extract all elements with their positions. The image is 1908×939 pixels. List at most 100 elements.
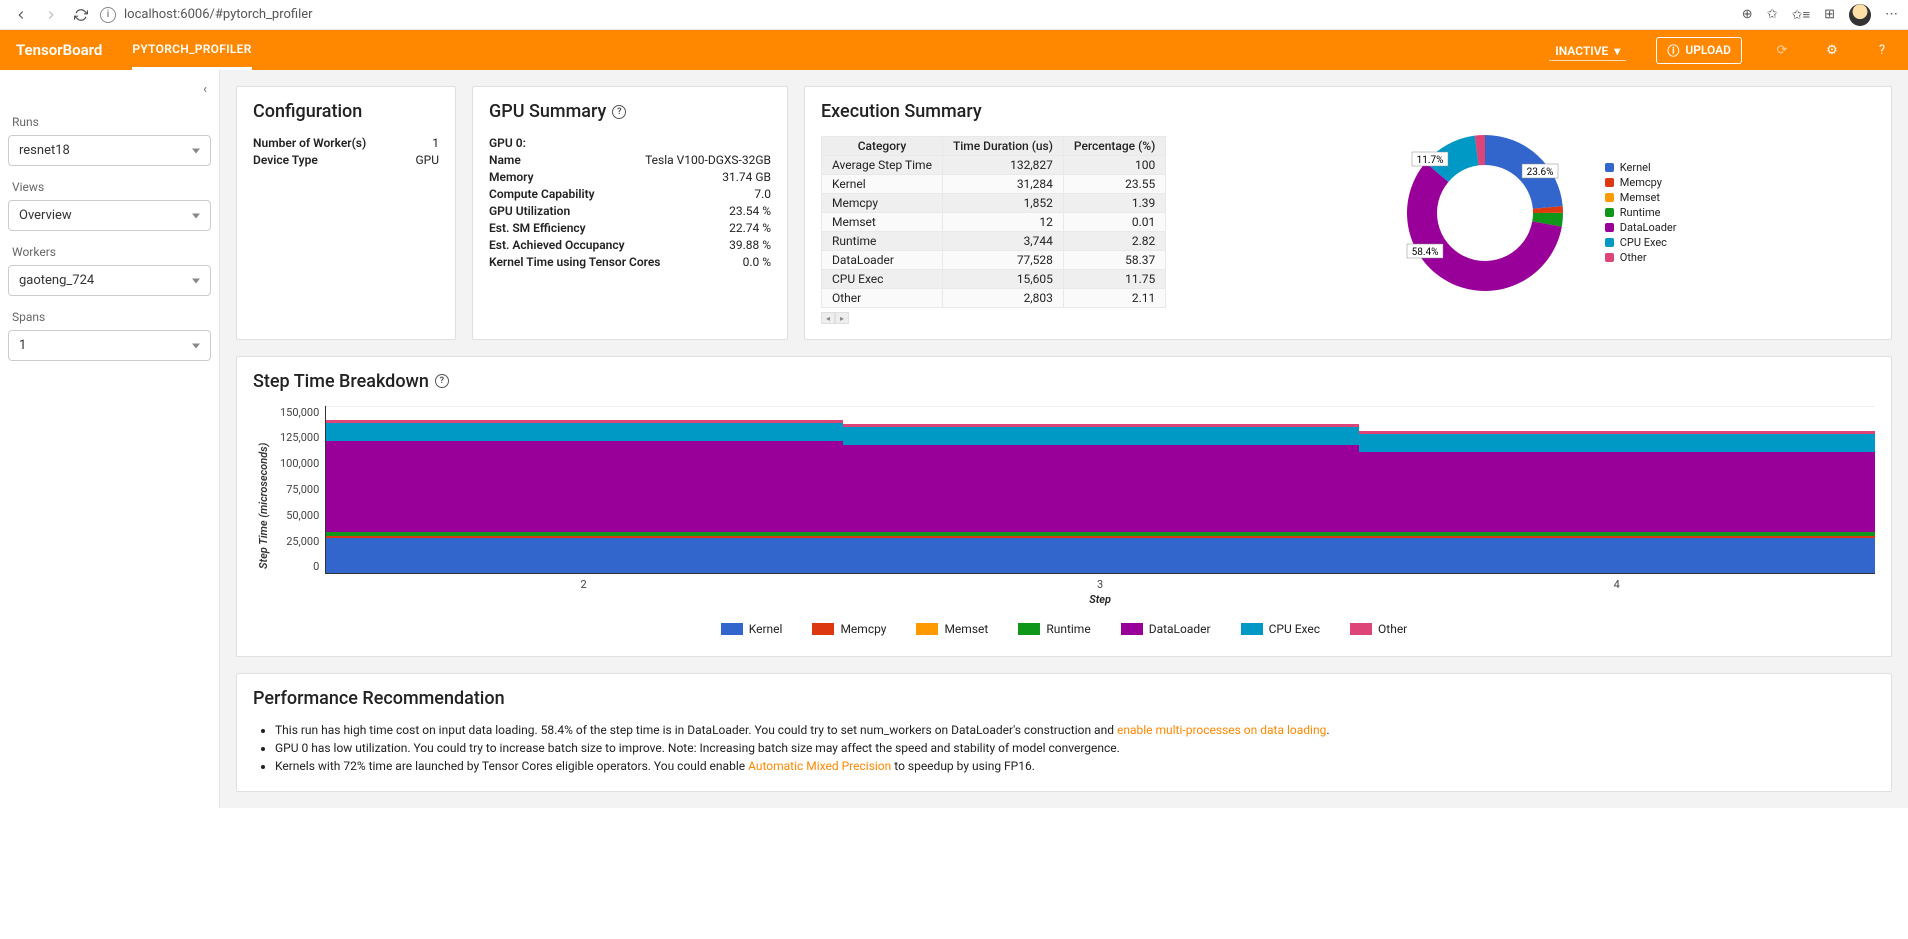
table-header: Percentage (%) xyxy=(1063,137,1165,156)
table-row: DataLoader77,52858.37 xyxy=(822,251,1166,270)
performance-title: Performance Recommendation xyxy=(253,688,1875,709)
config-row: Number of Worker(s)1 xyxy=(253,136,439,150)
bar-legend: Kernel Memcpy Memset Runtime DataLoader CPU E… xyxy=(253,622,1875,636)
profile-avatar[interactable] xyxy=(1849,4,1871,26)
zoom-icon[interactable]: ⊕ xyxy=(1742,7,1753,22)
settings-icon[interactable]: ⚙ xyxy=(1822,40,1842,60)
svg-text:23.6%: 23.6% xyxy=(1526,167,1553,178)
app-header: TensorBoard PYTORCH_PROFILER INACTIVE ▾ … xyxy=(0,30,1908,70)
runs-label: Runs xyxy=(12,115,207,129)
status-selector[interactable]: INACTIVE ▾ xyxy=(1549,40,1626,61)
sidebar-collapse-button[interactable]: ‹ xyxy=(8,78,211,101)
gpu-summary-title: GPU Summary? xyxy=(489,101,771,122)
gpu-row: Est. SM Efficiency22.74 % xyxy=(489,221,771,235)
legend-item: DataLoader xyxy=(1605,221,1677,234)
gpu-row: Compute Capability7.0 xyxy=(489,187,771,201)
url-text[interactable]: localhost:6006/#pytorch_profiler xyxy=(124,7,313,22)
legend-item[interactable]: CPU Exec xyxy=(1241,622,1320,636)
svg-text:58.4%: 58.4% xyxy=(1411,247,1438,258)
favorite-icon[interactable]: ✩ xyxy=(1767,7,1778,22)
legend-item[interactable]: Runtime xyxy=(1018,622,1090,636)
legend-item[interactable]: Kernel xyxy=(721,622,783,636)
stacked-bar-chart xyxy=(325,406,1875,574)
legend-item[interactable]: DataLoader xyxy=(1121,622,1211,636)
gpu-header: GPU 0: xyxy=(489,136,526,150)
donut-legend: Kernel Memcpy Memset Runtime DataLoader CPU E… xyxy=(1605,159,1677,266)
performance-card: Performance Recommendation This run has … xyxy=(236,673,1892,792)
execution-summary-title: Execution Summary xyxy=(821,101,1166,122)
recommendation-item: Kernels with 72% time are launched by Te… xyxy=(275,759,1875,773)
config-row: Device TypeGPU xyxy=(253,153,439,167)
y-ticks: 150,000125,000100,00075,00050,00025,0000 xyxy=(274,406,325,574)
gpu-summary-card: GPU Summary? GPU 0: NameTesla V100-DGXS-… xyxy=(472,86,788,340)
legend-item: Memcpy xyxy=(1605,176,1677,189)
help-icon[interactable]: ? xyxy=(435,374,449,388)
spans-label: Spans xyxy=(12,310,207,324)
table-pager[interactable]: ◂▸ xyxy=(821,312,849,324)
configuration-card: Configuration Number of Worker(s)1 Device… xyxy=(236,86,456,340)
refresh-icon[interactable]: ⟳ xyxy=(1772,40,1792,60)
workers-select[interactable]: gaoteng_724 xyxy=(8,265,211,296)
legend-item: Kernel xyxy=(1605,161,1677,174)
table-row: Kernel31,28423.55 xyxy=(822,175,1166,194)
reading-list-icon[interactable]: ✩≡ xyxy=(1792,7,1810,23)
recommendation-item: GPU 0 has low utilization. You could try… xyxy=(275,741,1875,755)
x-axis-label: Step xyxy=(325,593,1875,606)
upload-icon: ⓘ xyxy=(1667,42,1679,59)
bar-step-3 xyxy=(843,406,1359,573)
forward-button[interactable] xyxy=(40,4,62,26)
browser-toolbar: i localhost:6006/#pytorch_profiler ⊕ ✩ ✩… xyxy=(0,0,1908,30)
upload-button[interactable]: ⓘ UPLOAD xyxy=(1656,37,1742,64)
help-icon[interactable]: ? xyxy=(612,105,626,119)
tab-pytorch-profiler[interactable]: PYTORCH_PROFILER xyxy=(132,30,251,70)
step-breakdown-card: Step Time Breakdown? Step Time (microsec… xyxy=(236,356,1892,657)
recommendation-item: This run has high time cost on input dat… xyxy=(275,723,1875,737)
y-axis-label: Step Time (microseconds) xyxy=(253,406,274,606)
bar-step-2 xyxy=(326,406,842,573)
app-logo: TensorBoard xyxy=(16,41,102,59)
legend-item[interactable]: Other xyxy=(1350,622,1407,636)
table-row: CPU Exec15,60511.75 xyxy=(822,270,1166,289)
execution-summary-card: Execution Summary CategoryTime Duration … xyxy=(804,86,1892,340)
main-content: Configuration Number of Worker(s)1 Device… xyxy=(220,70,1908,808)
configuration-title: Configuration xyxy=(253,101,439,122)
views-label: Views xyxy=(12,180,207,194)
breakdown-title: Step Time Breakdown? xyxy=(253,371,1875,392)
runs-select[interactable]: resnet18 xyxy=(8,135,211,166)
gpu-row: Kernel Time using Tensor Cores0.0 % xyxy=(489,255,771,269)
gpu-row: Est. Achieved Occupancy39.88 % xyxy=(489,238,771,252)
views-select[interactable]: Overview xyxy=(8,200,211,231)
table-row: Memcpy1,8521.39 xyxy=(822,194,1166,213)
recommendation-link[interactable]: Automatic Mixed Precision xyxy=(748,759,891,773)
back-button[interactable] xyxy=(10,4,32,26)
gpu-row: Memory31.74 GB xyxy=(489,170,771,184)
table-row: Memset120.01 xyxy=(822,213,1166,232)
sidebar: ‹ Runs resnet18 Views Overview Workers g… xyxy=(0,70,220,808)
legend-item: Other xyxy=(1605,251,1677,264)
legend-item: Memset xyxy=(1605,191,1677,204)
help-icon[interactable]: ? xyxy=(1872,40,1892,60)
x-ticks: 234 xyxy=(325,578,1875,591)
site-info-icon[interactable]: i xyxy=(100,7,116,23)
svg-text:11.7%: 11.7% xyxy=(1416,155,1443,166)
more-icon[interactable]: ⋯ xyxy=(1885,7,1898,22)
spans-select[interactable]: 1 xyxy=(8,330,211,361)
chevron-down-icon: ▾ xyxy=(1614,44,1620,58)
table-row: Runtime3,7442.82 xyxy=(822,232,1166,251)
bar-step-4 xyxy=(1359,406,1875,573)
table-header: Category xyxy=(822,137,943,156)
execution-table: CategoryTime Duration (us)Percentage (%)… xyxy=(821,136,1166,308)
gpu-row: NameTesla V100-DGXS-32GB xyxy=(489,153,771,167)
reload-button[interactable] xyxy=(70,4,92,26)
legend-item: CPU Exec xyxy=(1605,236,1677,249)
gpu-row: GPU Utilization23.54 % xyxy=(489,204,771,218)
legend-item[interactable]: Memset xyxy=(916,622,988,636)
collections-icon[interactable]: ⊞ xyxy=(1824,7,1835,22)
legend-item: Runtime xyxy=(1605,206,1677,219)
table-row: Average Step Time132,827100 xyxy=(822,156,1166,175)
table-header: Time Duration (us) xyxy=(942,137,1063,156)
workers-label: Workers xyxy=(12,245,207,259)
recommendation-link[interactable]: enable multi-processes on data loading xyxy=(1117,723,1326,737)
table-row: Other2,8032.11 xyxy=(822,289,1166,308)
legend-item[interactable]: Memcpy xyxy=(812,622,886,636)
